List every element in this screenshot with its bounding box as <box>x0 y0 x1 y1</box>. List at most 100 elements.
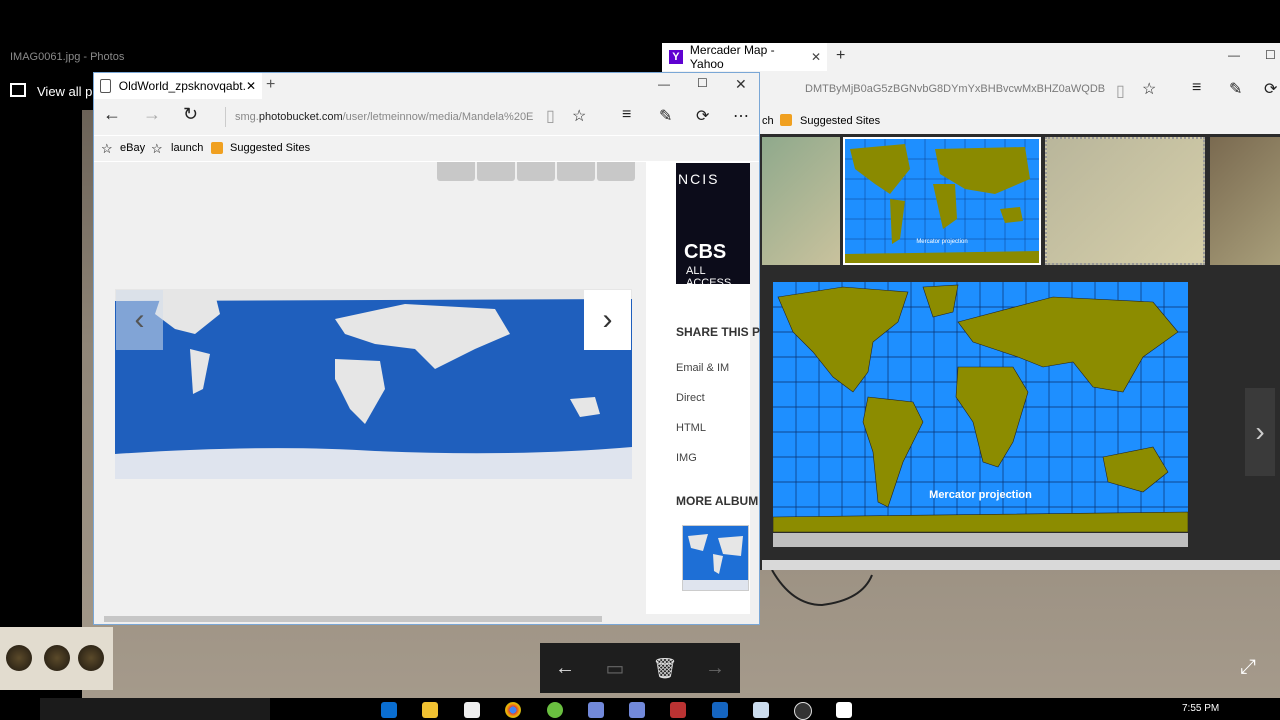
share-link-html[interactable]: HTML <box>676 422 706 434</box>
star-icon[interactable] <box>437 162 475 181</box>
chrome-icon[interactable] <box>505 702 521 718</box>
coin-image <box>6 645 32 671</box>
hub-icon[interactable]: ≡ <box>1192 79 1201 97</box>
url-prefix: smg. <box>235 111 259 123</box>
tab-mercader-map[interactable]: Y Mercader Map - Yahoo ✕ <box>662 43 827 71</box>
file-explorer-icon[interactable] <box>422 702 438 718</box>
malwarebytes-icon[interactable] <box>712 702 728 718</box>
expand-icon[interactable]: ⤢ <box>1240 656 1256 679</box>
close-tab-icon[interactable]: ✕ <box>246 79 256 93</box>
address-input[interactable]: smg.photobucket.com/user/letmeinnow/medi… <box>225 107 545 127</box>
share-icon[interactable]: ⟳ <box>1264 79 1277 99</box>
close-window-icon[interactable]: ✕ <box>735 76 747 93</box>
previous-photo-button[interactable]: ‹ <box>116 290 163 350</box>
photos-taskbar-icon[interactable] <box>836 702 852 718</box>
maximize-icon[interactable]: ☐ <box>697 76 708 90</box>
back-arrow-button[interactable]: ← <box>545 657 585 680</box>
forward-icon[interactable]: → <box>143 104 161 125</box>
ad-all-access-text: ALL ACCESS <box>686 265 732 289</box>
image-result-thumbnail-selected[interactable]: Mercator projection <box>843 137 1041 265</box>
favorite-partial[interactable]: ch <box>762 115 774 127</box>
close-tab-icon[interactable]: ✕ <box>811 50 821 64</box>
forward-arrow-button[interactable]: → <box>695 657 735 680</box>
more-icon[interactable]: ⋯ <box>733 106 749 126</box>
zoom-icon[interactable] <box>557 162 595 181</box>
thumb-caption: Mercator projection <box>916 239 968 245</box>
favorite-suggested-sites[interactable]: Suggested Sites <box>230 142 310 154</box>
old-world-map-photo <box>115 289 632 479</box>
taskbar-clock[interactable]: 7:55 PM <box>1182 703 1219 714</box>
new-tab-button[interactable]: + <box>266 76 275 94</box>
horizontal-scrollbar[interactable] <box>762 560 1280 570</box>
share-link-direct[interactable]: Direct <box>676 392 705 404</box>
album-thumbnail[interactable] <box>682 525 749 591</box>
web-note-icon[interactable]: ✎ <box>1229 79 1242 99</box>
minimize-icon[interactable]: ― <box>658 77 670 91</box>
discord-icon[interactable] <box>629 702 645 718</box>
url-domain: photobucket.com <box>258 111 343 123</box>
edge-icon[interactable] <box>381 702 397 718</box>
app-icon[interactable] <box>670 702 686 718</box>
image-result-thumbnail[interactable] <box>1210 137 1280 265</box>
favorite-ebay[interactable]: eBay <box>120 142 145 154</box>
maximize-icon[interactable]: ☐ <box>1265 48 1276 62</box>
edit-icon[interactable] <box>517 162 555 181</box>
tab-oldworld[interactable]: OldWorld_zpsknovqabt. ✕ <box>94 73 262 99</box>
favorite-star-icon: ☆ <box>151 141 163 156</box>
favorite-star-icon: ☆ <box>101 141 113 156</box>
reading-view-icon[interactable]: ▯ <box>1116 81 1125 101</box>
filmstrip-thumbnail[interactable] <box>0 627 113 690</box>
scrollbar-thumb[interactable] <box>104 616 602 622</box>
cbs-ad-banner[interactable]: NCIS CBS ALL ACCESS <box>676 163 750 289</box>
page-favicon-icon <box>100 79 111 93</box>
store-icon[interactable] <box>464 702 480 718</box>
app-icon[interactable] <box>753 702 769 718</box>
new-tab-button[interactable]: + <box>836 47 845 65</box>
image-info-bar <box>773 533 1188 547</box>
image-result-thumbnail[interactable] <box>1045 137 1205 265</box>
coin-image <box>44 645 70 671</box>
favorite-star-icon[interactable]: ☆ <box>572 106 586 126</box>
url-path: /user/letmeinnow/media/Mandela%20E <box>342 111 534 123</box>
share-link-img[interactable]: IMG <box>676 452 697 464</box>
share-link-email[interactable]: Email & IM <box>676 362 729 374</box>
discord-icon[interactable] <box>588 702 604 718</box>
obs-icon[interactable] <box>794 702 812 720</box>
favorite-star-icon[interactable]: ☆ <box>1142 79 1156 99</box>
taskbar-search-box[interactable] <box>40 698 270 720</box>
photos-toolbar: ← ▭ 🗑 → <box>540 643 740 693</box>
minimize-icon[interactable]: ― <box>1228 48 1240 62</box>
view-all-photos-button[interactable]: View all ph <box>0 76 100 106</box>
share-icon[interactable]: ⟳ <box>696 106 709 126</box>
map-caption: Mercator projection <box>929 489 1032 501</box>
favorite-launch[interactable]: launch <box>171 142 203 154</box>
yahoo-favicon-icon: Y <box>669 50 683 64</box>
web-note-icon[interactable]: ✎ <box>659 106 672 126</box>
view-all-label: View all ph <box>37 84 100 99</box>
refresh-icon[interactable]: ↻ <box>183 104 198 125</box>
ad-cbs-logo: CBS <box>684 241 727 263</box>
photos-window-title: IMAG0061.jpg - Photos <box>10 51 125 63</box>
album-map-image <box>683 534 748 590</box>
suggested-sites-icon <box>211 142 223 154</box>
photos-icon <box>10 83 26 97</box>
hub-icon[interactable]: ≡ <box>622 106 631 124</box>
suggested-sites-link[interactable]: Suggested Sites <box>800 115 880 127</box>
coin-image <box>78 645 104 671</box>
world-map-photo-image <box>115 289 632 479</box>
next-photo-button[interactable]: › <box>584 290 631 350</box>
cable-drawing <box>771 569 873 607</box>
image-result-thumbnail[interactable] <box>762 137 840 265</box>
next-image-button[interactable]: › <box>1245 388 1275 476</box>
utorrent-icon[interactable] <box>547 702 563 718</box>
back-icon[interactable]: ← <box>103 104 121 125</box>
ad-ncis-text: NCIS <box>678 171 720 187</box>
delete-button[interactable]: 🗑 <box>645 656 685 681</box>
tab-title: Mercader Map - Yahoo <box>689 43 775 71</box>
tab-title: OldWorld_zpsknovqabt. <box>118 79 246 93</box>
settings-icon[interactable] <box>597 162 635 181</box>
play-icon[interactable] <box>477 162 515 181</box>
reading-view-icon[interactable]: ▯ <box>546 106 555 126</box>
slideshow-button[interactable]: ▭ <box>595 656 635 681</box>
address-input[interactable]: DMTByMjB0aG5zBGNvbG8DYmYxBHBvcwMxBHZ0aWQ… <box>805 83 1105 95</box>
